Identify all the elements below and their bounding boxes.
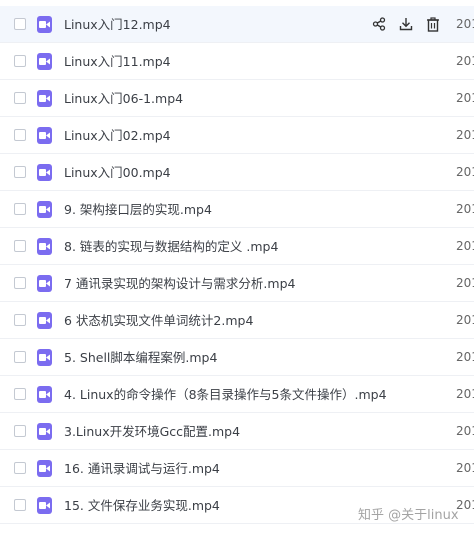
trash-icon[interactable] (424, 15, 442, 33)
file-row[interactable]: 9. 架构接口层的实现.mp4 2018 (0, 191, 474, 228)
file-name[interactable]: 6 状态机实现文件单词统计2.mp4 (64, 302, 253, 339)
row-checkbox[interactable] (14, 240, 26, 252)
share-icon[interactable] (370, 15, 388, 33)
video-file-icon (37, 127, 52, 144)
file-date: 2018 (456, 128, 474, 142)
file-row[interactable]: 5. Shell脚本编程案例.mp4 2018 (0, 339, 474, 376)
file-row[interactable]: Linux入门12.mp4 2018 (0, 6, 474, 43)
file-row[interactable]: Linux入门06-1.mp4 2018 (0, 80, 474, 117)
file-name[interactable]: Linux入门02.mp4 (64, 117, 171, 154)
file-name[interactable]: 7 通讯录实现的架构设计与需求分析.mp4 (64, 265, 295, 302)
file-name[interactable]: 9. 架构接口层的实现.mp4 (64, 191, 212, 228)
file-name[interactable]: 8. 链表的实现与数据结构的定义 .mp4 (64, 228, 278, 265)
video-file-icon (37, 16, 52, 33)
watermark: 知乎 @关于linux (358, 508, 459, 523)
row-checkbox[interactable] (14, 314, 26, 326)
file-date: 2018 (456, 202, 474, 216)
row-checkbox[interactable] (14, 499, 26, 511)
row-checkbox[interactable] (14, 92, 26, 104)
file-name[interactable]: 4. Linux的命令操作（8条目录操作与5条文件操作）.mp4 (64, 376, 387, 413)
video-file-icon (37, 90, 52, 107)
file-date: 2018 (456, 313, 474, 327)
file-date: 2018 (456, 17, 474, 31)
file-name[interactable]: 15. 文件保存业务实现.mp4 (64, 487, 220, 524)
file-list: Linux入门12.mp4 2018 Linux入门11.mp4 2018 Li… (0, 0, 474, 534)
row-checkbox[interactable] (14, 203, 26, 215)
file-row[interactable]: 7 通讯录实现的架构设计与需求分析.mp4 2018 (0, 265, 474, 302)
file-date: 2018 (456, 387, 474, 401)
video-file-icon (37, 53, 52, 70)
file-date: 2018 (456, 165, 474, 179)
file-row[interactable]: 3.Linux开发环境Gcc配置.mp4 2018 (0, 413, 474, 450)
file-row[interactable]: Linux入门00.mp4 2018 (0, 154, 474, 191)
file-row[interactable]: 4. Linux的命令操作（8条目录操作与5条文件操作）.mp4 2018 (0, 376, 474, 413)
file-name[interactable]: Linux入门06-1.mp4 (64, 80, 183, 117)
file-date: 2018 (456, 461, 474, 475)
file-name[interactable]: 5. Shell脚本编程案例.mp4 (64, 339, 217, 376)
row-checkbox[interactable] (14, 18, 26, 30)
file-row[interactable]: 8. 链表的实现与数据结构的定义 .mp4 2018 (0, 228, 474, 265)
video-file-icon (37, 386, 52, 403)
video-file-icon (37, 312, 52, 329)
video-file-icon (37, 164, 52, 181)
file-date: 2018 (456, 239, 474, 253)
file-name[interactable]: 3.Linux开发环境Gcc配置.mp4 (64, 413, 240, 450)
row-checkbox[interactable] (14, 388, 26, 400)
video-file-icon (37, 201, 52, 218)
file-row[interactable]: 16. 通讯录调试与运行.mp4 2018 (0, 450, 474, 487)
download-icon[interactable] (397, 15, 415, 33)
file-date: 2018 (456, 91, 474, 105)
file-date: 2018 (456, 276, 474, 290)
file-date: 2018 (456, 350, 474, 364)
video-file-icon (37, 460, 52, 477)
row-actions (370, 15, 442, 33)
video-file-icon (37, 423, 52, 440)
file-row[interactable]: 6 状态机实现文件单词统计2.mp4 2018 (0, 302, 474, 339)
video-file-icon (37, 238, 52, 255)
file-date: 2018 (456, 54, 474, 68)
video-file-icon (37, 349, 52, 366)
file-row[interactable]: Linux入门11.mp4 2018 (0, 43, 474, 80)
row-checkbox[interactable] (14, 277, 26, 289)
row-checkbox[interactable] (14, 166, 26, 178)
file-name[interactable]: Linux入门00.mp4 (64, 154, 171, 191)
file-row[interactable]: Linux入门02.mp4 2018 (0, 117, 474, 154)
row-checkbox[interactable] (14, 425, 26, 437)
file-name[interactable]: Linux入门12.mp4 (64, 6, 171, 43)
file-date: 2018 (456, 424, 474, 438)
file-name[interactable]: 16. 通讯录调试与运行.mp4 (64, 450, 220, 487)
row-checkbox[interactable] (14, 351, 26, 363)
row-checkbox[interactable] (14, 55, 26, 67)
row-checkbox[interactable] (14, 129, 26, 141)
video-file-icon (37, 497, 52, 514)
video-file-icon (37, 275, 52, 292)
file-name[interactable]: Linux入门11.mp4 (64, 43, 171, 80)
row-checkbox[interactable] (14, 462, 26, 474)
